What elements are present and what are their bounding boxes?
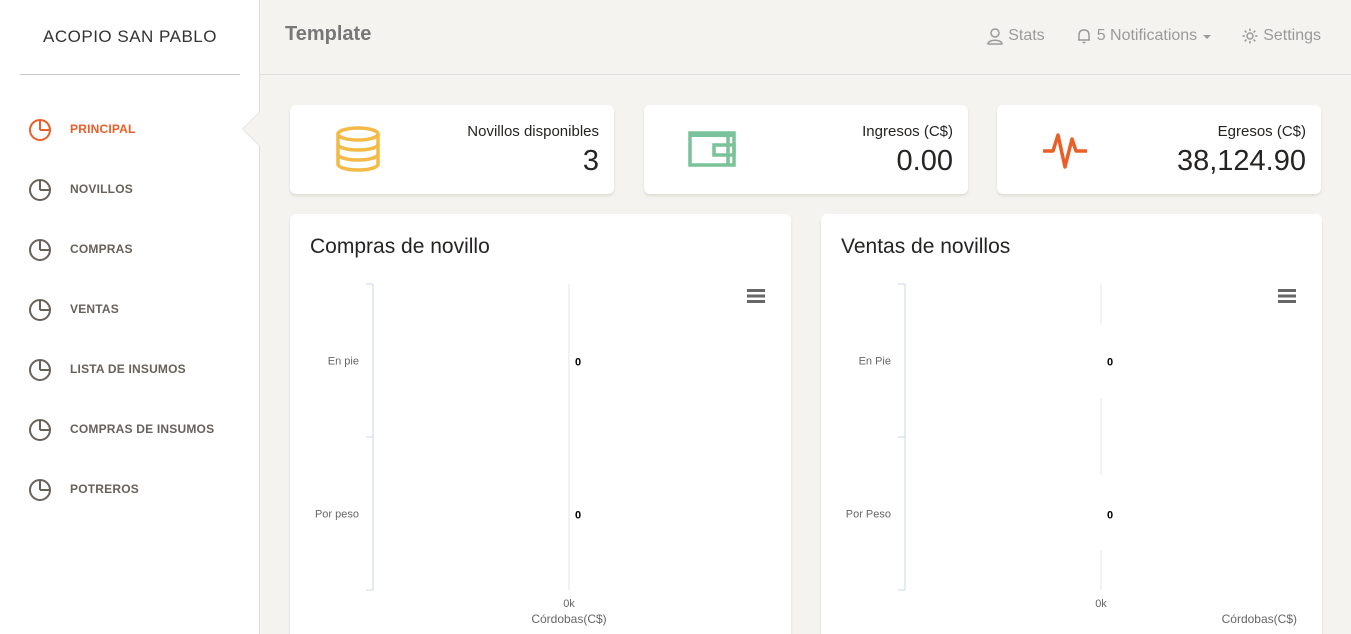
pie-chart-icon: [29, 179, 51, 201]
pie-chart-icon: [29, 239, 51, 261]
notifications-label: 5 Notifications: [1096, 27, 1198, 44]
data-label: 0: [1107, 357, 1113, 369]
data-label: 0: [575, 357, 581, 369]
sidebar-item-label: POTREROS: [70, 482, 139, 496]
user-icon: [987, 28, 1003, 45]
sidebar-item-label: NOVILLOS: [70, 182, 133, 196]
x-tick-label: 0k: [563, 598, 575, 610]
sidebar-item-compras-de-insumos[interactable]: COMPRAS DE INSUMOS: [28, 414, 214, 444]
pie-chart-icon: [29, 119, 51, 141]
pie-chart-icon: [29, 419, 51, 441]
sidebar-item-lista-de-insumos[interactable]: LISTA DE INSUMOS: [28, 354, 186, 384]
active-indicator: [243, 112, 260, 146]
gear-icon: [1242, 28, 1258, 44]
sidebar-item-compras[interactable]: COMPRAS: [28, 234, 133, 264]
sidebar-item-ventas[interactable]: VENTAS: [28, 294, 119, 324]
sidebar-item-principal[interactable]: PRINCIPAL: [28, 114, 136, 144]
data-label: 0: [575, 510, 581, 522]
sidebar-item-potreros[interactable]: POTREROS: [28, 474, 139, 504]
chart-card-compras: Compras de novillo En pie 0 Por peso 0 0k Cór…: [290, 214, 791, 634]
sidebar-item-label: COMPRAS DE INSUMOS: [70, 422, 215, 436]
top-nav-links: Stats 5 Notifications Settings: [956, 27, 1321, 45]
pie-chart-icon: [29, 479, 51, 501]
caret-down-icon: [1203, 35, 1212, 39]
brand-name[interactable]: ACOPIO SAN PABLO: [20, 0, 240, 74]
settings-link[interactable]: Settings: [1241, 27, 1321, 45]
page-title[interactable]: Template: [285, 23, 371, 46]
sidebar-item-label: PRINCIPAL: [70, 122, 136, 136]
stats-link[interactable]: Stats: [986, 27, 1045, 45]
wallet-icon: [688, 131, 736, 167]
bar-chart: En pie 0 Por peso 0 0k Córdobas(C$): [315, 283, 607, 626]
category-label: En Pie: [859, 356, 891, 368]
x-axis-title: Córdobas(C$): [1222, 612, 1297, 626]
stat-card-novillos: Novillos disponibles 3: [290, 105, 614, 194]
pie-chart-icon: [29, 299, 51, 321]
chart-card-ventas: Ventas de novillos En Pie 0 Por Peso 0 0k Cór…: [821, 214, 1322, 634]
notifications-dropdown[interactable]: 5 Notifications: [1075, 27, 1212, 45]
bar-chart: En Pie 0 Por Peso 0 0k Córdobas(C$): [846, 283, 1297, 626]
brand[interactable]: ACOPIO SAN PABLO: [20, 0, 240, 75]
sidebar-item-label: LISTA DE INSUMOS: [70, 362, 186, 376]
category-label: En pie: [328, 356, 359, 368]
sidebar-item-label: VENTAS: [70, 302, 119, 316]
stat-value: 3: [582, 145, 599, 177]
stat-label: Ingresos (C$): [862, 123, 953, 140]
stat-label: Novillos disponibles: [467, 123, 599, 140]
sidebar-item-label: COMPRAS: [70, 242, 133, 256]
stat-card-ingresos: Ingresos (C$) 0.00: [644, 105, 968, 194]
database-icon: [336, 126, 380, 172]
sidebar-item-novillos[interactable]: NOVILLOS: [28, 174, 133, 204]
stat-value: 0.00: [896, 145, 953, 177]
stat-label: Egresos (C$): [1217, 123, 1306, 140]
stats-label: Stats: [1008, 27, 1045, 44]
x-tick-label: 0k: [1095, 598, 1107, 610]
data-label: 0: [1107, 510, 1113, 522]
pie-chart-icon: [29, 359, 51, 381]
stat-value: 38,124.90: [1176, 145, 1306, 177]
settings-label: Settings: [1263, 27, 1321, 44]
sidebar: ACOPIO SAN PABLO PRINCIPAL NOVILLOS COMP…: [0, 0, 260, 634]
x-axis-title: Córdobas(C$): [531, 612, 606, 626]
category-label: Por Peso: [846, 509, 891, 521]
pulse-icon: [1043, 133, 1087, 169]
bell-icon: [1077, 29, 1090, 44]
stat-card-egresos: Egresos (C$) 38,124.90: [997, 105, 1321, 194]
top-navbar: Template Stats 5 Notifications Settings: [260, 0, 1351, 75]
category-label: Por peso: [315, 509, 359, 521]
